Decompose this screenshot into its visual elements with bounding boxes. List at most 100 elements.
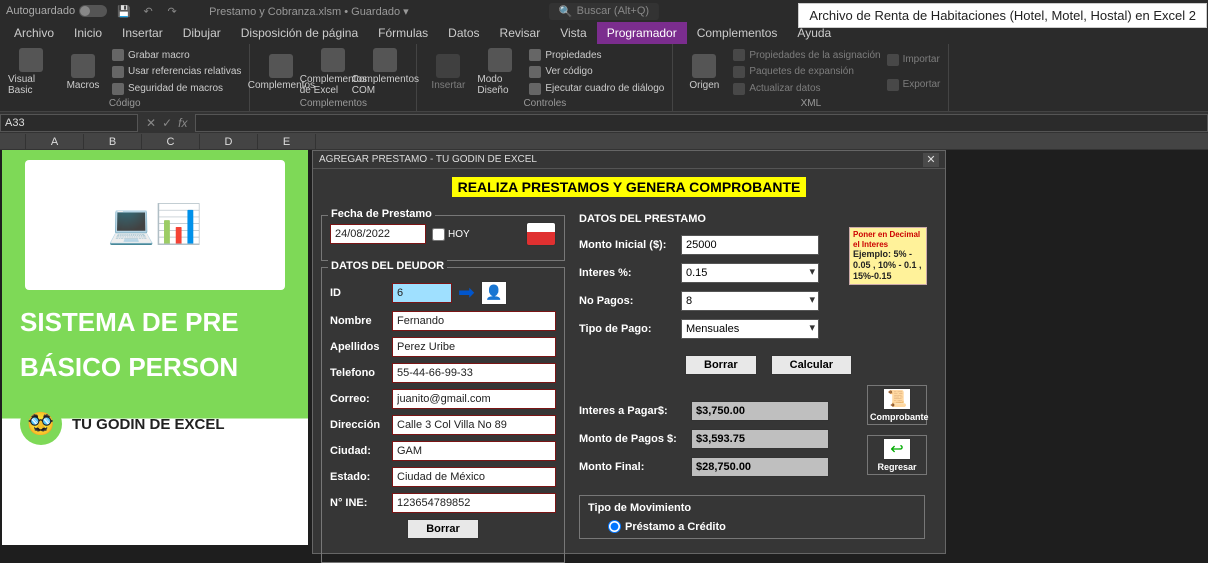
ine-label: N° INE: bbox=[330, 497, 386, 509]
tab-insertar[interactable]: Insertar bbox=[112, 22, 173, 44]
ciudad-input[interactable] bbox=[392, 441, 556, 461]
tab-formulas[interactable]: Fórmulas bbox=[368, 22, 438, 44]
monto-label: Monto Inicial ($): bbox=[579, 239, 673, 251]
fx-icon[interactable]: fx bbox=[178, 116, 187, 130]
ejecutar-cuadro-button[interactable]: Ejecutar cuadro de diálogo bbox=[529, 83, 664, 95]
tab-revisar[interactable]: Revisar bbox=[490, 22, 551, 44]
source-icon bbox=[692, 54, 716, 78]
pagos-combo[interactable] bbox=[681, 291, 819, 311]
ine-input[interactable] bbox=[392, 493, 556, 513]
promo-title-line1: SISTEMA DE PRE bbox=[2, 300, 308, 345]
mov-legend: Tipo de Movimiento bbox=[588, 502, 916, 514]
autosave-toggle[interactable]: Autoguardado bbox=[6, 5, 107, 17]
col-D[interactable]: D bbox=[200, 134, 258, 149]
group-controles-label: Controles bbox=[425, 98, 664, 109]
addin-excel-icon bbox=[321, 48, 345, 72]
col-E[interactable]: E bbox=[258, 134, 316, 149]
insertar-control-button[interactable]: Insertar bbox=[425, 48, 471, 96]
col-A[interactable]: A bbox=[26, 134, 84, 149]
dialog-title: AGREGAR PRESTAMO - TU GODIN DE EXCEL bbox=[319, 154, 537, 165]
tab-datos[interactable]: Datos bbox=[438, 22, 489, 44]
correo-input[interactable] bbox=[392, 389, 556, 409]
nombre-input[interactable] bbox=[392, 311, 556, 331]
arrow-right-icon[interactable]: ➡ bbox=[458, 280, 475, 305]
close-icon[interactable]: ✕ bbox=[923, 153, 939, 167]
calendar-icon[interactable] bbox=[526, 222, 556, 246]
search-input[interactable]: 🔍 Buscar (Alt+Q) bbox=[549, 3, 659, 20]
sticky-title: Poner en Decimal el Interes bbox=[853, 230, 923, 249]
group-xml-label: XML bbox=[681, 98, 940, 109]
enter-formula-icon[interactable]: ✓ bbox=[162, 116, 172, 130]
monto-final-output bbox=[691, 457, 829, 477]
apellidos-input[interactable] bbox=[392, 337, 556, 357]
redo-icon[interactable]: ↷ bbox=[165, 4, 179, 18]
complementos-button[interactable]: Complementos bbox=[258, 48, 304, 96]
telefono-label: Telefono bbox=[330, 367, 386, 379]
macros-button[interactable]: Macros bbox=[60, 48, 106, 96]
design-icon bbox=[488, 48, 512, 72]
calcular-button[interactable]: Calcular bbox=[771, 355, 852, 375]
viewcode-icon bbox=[529, 66, 541, 78]
toggle-switch-icon bbox=[79, 5, 107, 17]
fecha-input[interactable] bbox=[330, 224, 426, 244]
compl-excel-button[interactable]: Complementos de Excel bbox=[310, 48, 356, 96]
record-icon bbox=[112, 49, 124, 61]
tab-disposicion[interactable]: Disposición de página bbox=[231, 22, 368, 44]
interes-label: Interes %: bbox=[579, 267, 673, 279]
visual-basic-button[interactable]: Visual Basic bbox=[8, 48, 54, 96]
tab-archivo[interactable]: Archivo bbox=[4, 22, 64, 44]
col-C[interactable]: C bbox=[142, 134, 200, 149]
hoy-checkbox[interactable] bbox=[432, 228, 445, 241]
estado-label: Estado: bbox=[330, 471, 386, 483]
save-icon[interactable]: 💾 bbox=[117, 4, 131, 18]
telefono-input[interactable] bbox=[392, 363, 556, 383]
autosave-label: Autoguardado bbox=[6, 5, 75, 17]
grabar-macro-button[interactable]: Grabar macro bbox=[112, 49, 241, 61]
direccion-input[interactable] bbox=[392, 415, 556, 435]
tab-complementos[interactable]: Complementos bbox=[687, 22, 788, 44]
avatar-icon[interactable]: 👤 bbox=[481, 281, 507, 305]
monto-pagos-label: Monto de Pagos $: bbox=[579, 433, 683, 445]
pagos-label: No Pagos: bbox=[579, 295, 673, 307]
monto-pagos-output bbox=[691, 429, 829, 449]
prestamo-credito-radio[interactable] bbox=[608, 520, 621, 533]
origen-button[interactable]: Origen bbox=[681, 48, 727, 96]
formula-input[interactable] bbox=[195, 114, 1208, 132]
regresar-button[interactable]: ↩ Regresar bbox=[867, 435, 927, 475]
comprobante-button[interactable]: 📜 Comprobante bbox=[867, 385, 927, 425]
tab-vista[interactable]: Vista bbox=[550, 22, 596, 44]
tab-programador[interactable]: Programador bbox=[597, 22, 687, 44]
tipo-pago-combo[interactable] bbox=[681, 319, 819, 339]
interes-combo[interactable] bbox=[681, 263, 819, 283]
modo-diseno-button[interactable]: Modo Diseño bbox=[477, 48, 523, 96]
tab-inicio[interactable]: Inicio bbox=[64, 22, 112, 44]
tab-dibujar[interactable]: Dibujar bbox=[173, 22, 231, 44]
filename-label[interactable]: Prestamo y Cobranza.xlsm • Guardado ▾ bbox=[209, 5, 409, 18]
borrar-prestamo-button[interactable]: Borrar bbox=[685, 355, 757, 375]
worksheet-area: 💻📊 SISTEMA DE PRE BÁSICO PERSON 🥸 TU GOD… bbox=[0, 150, 1208, 559]
col-B[interactable]: B bbox=[84, 134, 142, 149]
propiedades-button[interactable]: Propiedades bbox=[529, 49, 664, 61]
tipo-movimiento-fieldset: Tipo de Movimiento Préstamo a Crédito bbox=[579, 495, 925, 539]
ribbon: Visual Basic Macros Grabar macro Usar re… bbox=[0, 44, 1208, 112]
promo-title-line2: BÁSICO PERSON bbox=[2, 345, 308, 390]
actualizar-datos-button: Actualizar datos bbox=[733, 83, 880, 95]
promo-illustration-icon: 💻📊 bbox=[25, 160, 285, 290]
estado-input[interactable] bbox=[392, 467, 556, 487]
id-input[interactable] bbox=[392, 283, 452, 303]
ver-codigo-button[interactable]: Ver código bbox=[529, 66, 664, 78]
undo-icon[interactable]: ↶ bbox=[141, 4, 155, 18]
group-codigo-label: Código bbox=[8, 98, 241, 109]
apellidos-label: Apellidos bbox=[330, 341, 386, 353]
name-box[interactable]: A33 bbox=[0, 114, 138, 132]
borrar-deudor-button[interactable]: Borrar bbox=[407, 519, 479, 539]
usar-referencias-button[interactable]: Usar referencias relativas bbox=[112, 66, 241, 78]
mov-option-label: Préstamo a Crédito bbox=[625, 521, 726, 533]
dialog-titlebar[interactable]: AGREGAR PRESTAMO - TU GODIN DE EXCEL ✕ bbox=[313, 151, 945, 169]
import-icon bbox=[887, 54, 899, 66]
compl-com-button[interactable]: Complementos COM bbox=[362, 48, 408, 96]
cancel-formula-icon[interactable]: ✕ bbox=[146, 116, 156, 130]
monto-input[interactable] bbox=[681, 235, 819, 255]
seguridad-macros-button[interactable]: Seguridad de macros bbox=[112, 83, 241, 95]
select-all-corner[interactable] bbox=[0, 134, 26, 149]
